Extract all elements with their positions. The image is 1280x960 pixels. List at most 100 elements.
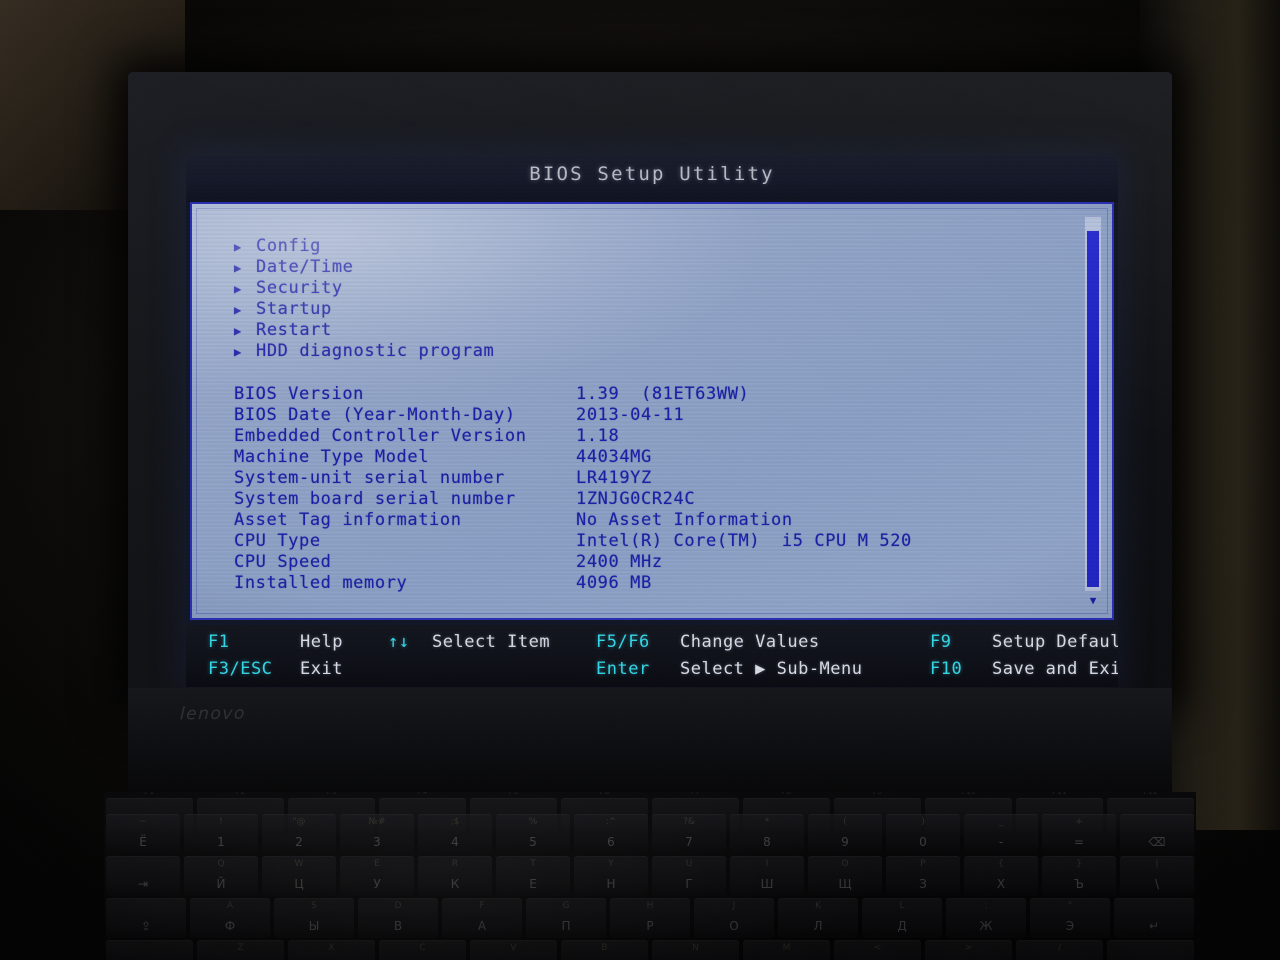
keyboard-key[interactable]: NТ bbox=[652, 940, 739, 960]
keyboard-key[interactable]: VМ bbox=[470, 940, 557, 960]
key-main-label: Д bbox=[897, 919, 907, 933]
keyboard-key[interactable]: + = bbox=[1042, 814, 1116, 854]
key-fn-label: F7 bbox=[652, 792, 739, 796]
keyboard-key[interactable]: RК bbox=[418, 856, 492, 896]
key-f1[interactable]: F1 bbox=[208, 629, 300, 656]
key-enter[interactable]: Enter bbox=[596, 656, 680, 683]
lenovo-logo: lenovo bbox=[179, 703, 247, 725]
key-main-label: Х bbox=[996, 877, 1006, 891]
key-row2-spacer bbox=[388, 656, 432, 683]
keyboard-key[interactable]: ZЯ bbox=[197, 940, 284, 960]
keyboard-key[interactable]: FА bbox=[442, 898, 522, 938]
keyboard-key[interactable]: №# 3 bbox=[340, 814, 414, 854]
keyboard-key[interactable]: MЬ bbox=[743, 940, 830, 960]
key-main-label: Н bbox=[606, 877, 616, 891]
info-label: BIOS Version bbox=[234, 384, 365, 404]
keyboard-key[interactable]: XЧ bbox=[288, 940, 375, 960]
menu-item-security[interactable]: ▶ Security bbox=[234, 278, 1072, 299]
submenu-arrow-icon: ▶ bbox=[234, 240, 242, 254]
menu-item-config[interactable]: ▶ Config bbox=[234, 236, 1072, 257]
key-alt-label: " bbox=[1067, 901, 1073, 911]
keyboard-key[interactable]: ) 0 bbox=[886, 814, 960, 854]
key-fn-label: F1 bbox=[106, 792, 193, 796]
key-arrows-icon[interactable]: ↑↓ bbox=[388, 629, 432, 656]
keyboard-key[interactable]: QЙ bbox=[184, 856, 258, 896]
keyboard-key[interactable]: >Ю bbox=[925, 940, 1012, 960]
keyboard-key[interactable]: HР bbox=[610, 898, 690, 938]
keyboard-key[interactable]: BИ bbox=[561, 940, 648, 960]
keyboard-key[interactable]: ~ Ё bbox=[106, 814, 180, 854]
keyboard-key[interactable]: * 8 bbox=[730, 814, 804, 854]
scrollbar-thumb[interactable] bbox=[1087, 231, 1099, 587]
menu-item-hdd-diagnostic-program[interactable]: ▶ HDD diagnostic program bbox=[234, 341, 1072, 362]
menu-item-date-time[interactable]: ▶ Date/Time bbox=[234, 257, 1072, 278]
key-alt-label: E bbox=[374, 859, 380, 869]
keyboard-key[interactable]: % 5 bbox=[496, 814, 570, 854]
key-fn-label: F4 bbox=[379, 792, 466, 796]
submenu-arrow-icon: ▶ bbox=[234, 303, 242, 317]
keyboard-key[interactable]: " Э bbox=[1030, 898, 1110, 938]
vertical-scrollbar[interactable]: ▼ bbox=[1084, 216, 1102, 608]
keyboard-key[interactable]: GП bbox=[526, 898, 606, 938]
keyboard-key[interactable]: LД bbox=[862, 898, 942, 938]
keyboard-key[interactable]: ;$ 4 bbox=[418, 814, 492, 854]
keyboard-key[interactable]: :Ж bbox=[946, 898, 1026, 938]
key-alt-label: } bbox=[1076, 859, 1082, 869]
keyboard-key[interactable]: JО bbox=[694, 898, 774, 938]
keyboard-key[interactable]: AФ bbox=[190, 898, 270, 938]
keyboard-key[interactable]: SЫ bbox=[274, 898, 354, 938]
keyboard-key[interactable]: OЩ bbox=[808, 856, 882, 896]
keyboard-key[interactable]: ⌫ bbox=[1120, 814, 1194, 854]
system-information-table: BIOS Version 1.39 (81ET63WW) BIOS Date (… bbox=[234, 384, 1072, 594]
info-row-cpu-speed: CPU Speed 2400 MHz bbox=[234, 552, 1072, 573]
keyboard-key[interactable]: {Х bbox=[964, 856, 1038, 896]
key-main-label: 4 bbox=[451, 835, 459, 849]
keyboard-key[interactable]: TЕ bbox=[496, 856, 570, 896]
key-f5-f6[interactable]: F5/F6 bbox=[596, 629, 680, 656]
menu-item-label: Date/Time bbox=[256, 257, 354, 277]
keyboard-key[interactable]: /. bbox=[1016, 940, 1103, 960]
keyboard-key[interactable]: _ - bbox=[964, 814, 1038, 854]
keyboard-key[interactable]: } Ъ bbox=[1042, 856, 1116, 896]
key-alt-label: M bbox=[782, 943, 791, 953]
key-f3-esc[interactable]: F3/ESC bbox=[208, 656, 300, 683]
keyboard-key[interactable]: KЛ bbox=[778, 898, 858, 938]
scroll-down-arrow-icon[interactable]: ▼ bbox=[1085, 594, 1101, 608]
keyboard-key[interactable]: EУ bbox=[340, 856, 414, 896]
keyboard-key[interactable]: ⇪ bbox=[106, 898, 186, 938]
keyboard-key[interactable]: ↵ bbox=[1114, 898, 1194, 938]
key-f10[interactable]: F10 bbox=[930, 656, 992, 683]
key-main-label: Л bbox=[813, 919, 823, 933]
keyboard-key[interactable]: DВ bbox=[358, 898, 438, 938]
keyboard-key[interactable]: WЦ bbox=[262, 856, 336, 896]
keyboard-key[interactable]: :^ 6 bbox=[574, 814, 648, 854]
keyboard-key[interactable]: ⇧ bbox=[106, 940, 193, 960]
keyboard-key[interactable]: YН bbox=[574, 856, 648, 896]
info-value: LR419YZ bbox=[576, 468, 652, 488]
menu-item-startup[interactable]: ▶ Startup bbox=[234, 299, 1072, 320]
keyboard-key[interactable]: ⇧ bbox=[1107, 940, 1194, 960]
keyboard-key[interactable]: IШ bbox=[730, 856, 804, 896]
key-alt-label: : bbox=[984, 901, 988, 911]
keyboard-key[interactable]: <Б bbox=[834, 940, 921, 960]
key-main-label: 3 bbox=[373, 835, 381, 849]
info-row-system-unit-serial-number: System-unit serial number LR419YZ bbox=[234, 468, 1072, 489]
keyboard-key[interactable]: | \ bbox=[1120, 856, 1194, 896]
keyboard-key[interactable]: "@ 2 bbox=[262, 814, 336, 854]
key-fn-label: F6 bbox=[561, 792, 648, 796]
info-value: 1ZNJG0CR24C bbox=[576, 489, 696, 509]
key-f9[interactable]: F9 bbox=[930, 629, 992, 656]
menu-item-restart[interactable]: ▶ Restart bbox=[234, 320, 1072, 341]
info-label: System board serial number bbox=[234, 489, 516, 509]
keyboard-key[interactable]: (9 bbox=[808, 814, 882, 854]
scrollbar-track[interactable] bbox=[1084, 216, 1102, 592]
keyboard-key[interactable]: ⇥ bbox=[106, 856, 180, 896]
keyboard-key[interactable]: PЗ bbox=[886, 856, 960, 896]
keyboard-key[interactable]: ?& 7 bbox=[652, 814, 726, 854]
keyboard-key[interactable]: CС bbox=[379, 940, 466, 960]
keyboard-key[interactable]: UГ bbox=[652, 856, 726, 896]
key-alt-label: T bbox=[530, 859, 536, 869]
key-fn-label: F3 bbox=[288, 792, 375, 796]
keyboard-key[interactable]: ! 1 bbox=[184, 814, 258, 854]
key-alt-label: ( bbox=[843, 817, 847, 827]
